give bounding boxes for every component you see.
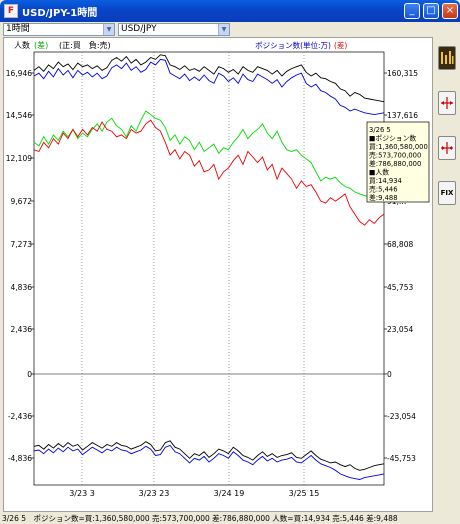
chart-icon[interactable]	[438, 46, 456, 70]
tooltip-line: 買:1,360,580,000	[369, 143, 428, 151]
y-tick-label-left: 0	[27, 370, 32, 379]
y-tick-label-right: 68,808	[387, 240, 413, 249]
fix-icon[interactable]: FIX	[438, 181, 456, 205]
y-tick-label-right: -23,054	[387, 412, 416, 421]
y-tick-label-right: 0	[387, 370, 392, 379]
symbol-select[interactable]: USD/JPY ▼	[118, 23, 230, 36]
symbol-value: USD/JPY	[121, 24, 157, 34]
series-line	[33, 110, 385, 200]
y-tick-label-left: 14,546	[6, 111, 32, 120]
left-axis-label: 人数	[14, 40, 30, 50]
close-button[interactable]: ×	[442, 3, 458, 19]
y-tick-label-left: 9,672	[11, 197, 33, 206]
chevron-down-icon[interactable]: ▼	[103, 24, 114, 35]
chart-svg: 16,946160,31514,546137,61612,109114,…9,6…	[6, 40, 430, 498]
plot-frame	[33, 51, 385, 486]
series-line	[33, 54, 385, 103]
tooltip-line: ■人数	[369, 168, 389, 177]
chart-area[interactable]: 16,946160,31514,546137,61612,109114,…9,6…	[3, 37, 433, 512]
sidebar: FIX	[436, 37, 458, 512]
minimize-button[interactable]: _	[404, 3, 420, 19]
left-axis-label-diff: (差)	[34, 40, 48, 50]
y-tick-label-left: 4,836	[11, 283, 33, 292]
app-icon: F	[4, 4, 18, 18]
y-tick-label-right: 160,315	[387, 69, 418, 78]
timeframe-value: 1時間	[6, 24, 30, 34]
title-bar: F USD/JPY-1時間 _ □ ×	[0, 0, 460, 22]
window-title: USD/JPY-1時間	[22, 8, 98, 19]
series-line	[33, 58, 385, 116]
y-tick-label-right: 45,753	[387, 283, 413, 292]
y-tick-label-left: 16,946	[6, 69, 32, 78]
y-tick-label-left: 2,436	[11, 325, 33, 334]
timeframe-select[interactable]: 1時間 ▼	[3, 23, 115, 36]
tooltip-line: 差:786,880,000	[369, 159, 421, 168]
y-tick-label-left: -2,436	[8, 412, 32, 421]
tooltip-line: 売:5,446	[369, 185, 398, 194]
y-tick-label-left: 12,109	[6, 154, 32, 163]
x-tick-label: 3/24 19	[214, 489, 245, 498]
tooltip-line: 買:14,934	[369, 177, 402, 185]
right-axis-label-diff: (差)	[334, 40, 347, 50]
y-tick-label-right: -45,753	[387, 454, 416, 463]
tooltip: 3/26 5 ■ポジション数 買:1,360,580,000 売:573,700…	[366, 121, 430, 203]
status-bar: 3/26 5 ポジション数=買:1,360,580,000 売:573,700,…	[2, 514, 398, 523]
sign-note: (正:買 負:売)	[59, 40, 111, 50]
toolbar: 1時間 ▼ USD/JPY ▼	[0, 22, 460, 36]
tooltip-line: 3/26 5	[369, 126, 391, 134]
right-axis-label: ポジション数(単位:万)	[255, 40, 331, 50]
x-tick-label: 3/25 15	[289, 489, 320, 498]
tooltip-line: 差:9,488	[369, 193, 398, 202]
zoom-out-icon[interactable]	[438, 136, 456, 160]
y-tick-label-right: 23,054	[387, 325, 413, 334]
tooltip-line: ■ポジション数	[369, 134, 416, 143]
y-tick-label-left: 7,273	[11, 240, 33, 249]
y-tick-label-left: -4,836	[8, 454, 32, 463]
x-tick-label: 3/23 23	[139, 489, 170, 498]
chevron-down-icon[interactable]: ▼	[218, 24, 229, 35]
maximize-button[interactable]: □	[423, 3, 439, 19]
series-line	[33, 440, 385, 471]
y-tick-label-right: 137,616	[387, 111, 418, 120]
tooltip-line: 売:573,700,000	[369, 151, 421, 160]
x-tick-label: 3/23 3	[69, 489, 95, 498]
zoom-in-icon[interactable]	[438, 91, 456, 115]
